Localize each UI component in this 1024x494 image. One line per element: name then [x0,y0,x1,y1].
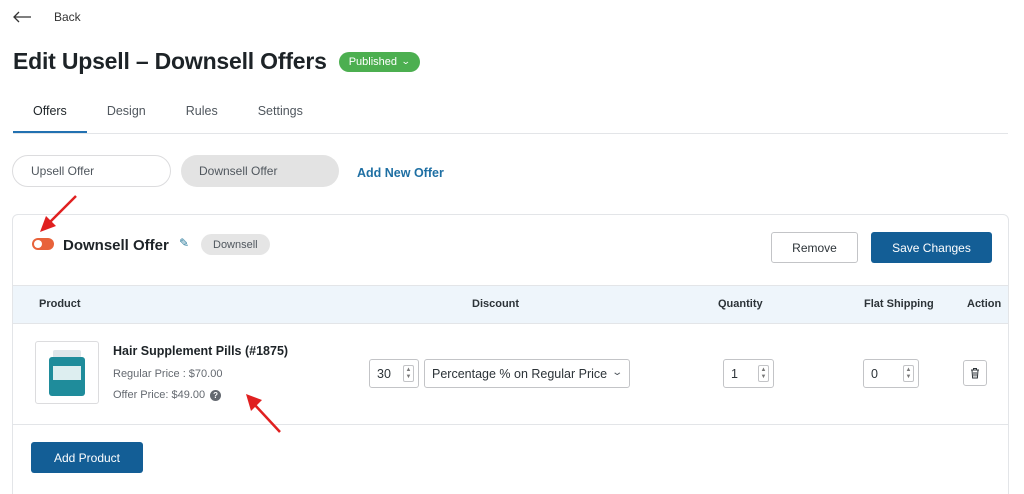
flat-shipping-value: 0 [871,366,878,381]
quantity-input[interactable]: 1 ▲ ▼ [723,359,774,388]
offer-card: Downsell Offer ✎ Downsell Remove Save Ch… [12,214,1009,494]
discount-value: 30 [377,366,391,381]
stepper-icon[interactable]: ▲ ▼ [403,365,414,382]
pencil-icon[interactable]: ✎ [179,236,189,250]
supplement-jar-image [49,349,85,396]
offer-name: Downsell Offer [63,237,169,254]
stepper-icon[interactable]: ▲ ▼ [903,365,914,382]
regular-price: Regular Price : $70.00 [113,368,223,380]
column-header-flat-shipping: Flat Shipping [864,298,934,310]
tab-rules[interactable]: Rules [166,96,238,133]
product-thumbnail [35,341,99,404]
help-icon[interactable]: ? [210,389,222,401]
discount-type-select[interactable]: Percentage % on Regular Price ⌄ [424,359,630,388]
tab-bar: Offers Design Rules Settings [13,96,1008,134]
column-header-action: Action [967,298,1002,310]
back-link[interactable]: Back [12,10,81,24]
column-header-quantity: Quantity [718,298,763,310]
table-header: Product Discount Quantity Flat Shipping … [13,285,1008,324]
table-row: Hair Supplement Pills (#1875) Regular Pr… [13,324,1008,425]
offer-tab-downsell[interactable]: Downsell Offer [181,155,339,187]
column-header-product: Product [39,298,81,310]
offer-price: Offer Price: $49.00 ? [113,389,222,401]
remove-button[interactable]: Remove [771,232,858,263]
stepper-icon[interactable]: ▲ ▼ [758,365,769,382]
offer-price-text: Offer Price: $49.00 [113,389,206,401]
page-title: Edit Upsell – Downsell Offers [13,48,327,74]
add-new-offer-link[interactable]: Add New Offer [357,166,444,180]
flat-shipping-input[interactable]: 0 ▲ ▼ [863,359,919,388]
offer-tab-upsell[interactable]: Upsell Offer [12,155,171,187]
offer-enabled-toggle[interactable] [32,238,54,250]
discount-value-input[interactable]: 30 ▲ ▼ [369,359,419,388]
back-label: Back [54,10,81,24]
tab-offers[interactable]: Offers [13,96,87,133]
column-header-discount: Discount [472,298,520,310]
tab-settings[interactable]: Settings [238,96,323,133]
discount-type: Percentage % on Regular Price [432,366,608,381]
chevron-down-icon: ⌄ [400,56,411,66]
product-name: Hair Supplement Pills (#1875) [113,344,289,358]
quantity-value: 1 [731,366,738,381]
status-label: Published [348,55,398,68]
tab-design[interactable]: Design [87,96,166,133]
page-header: Edit Upsell – Downsell Offers Published … [13,48,420,75]
save-changes-button[interactable]: Save Changes [871,232,992,263]
status-dropdown[interactable]: Published ⌄ [338,51,420,72]
chevron-down-icon: ⌄ [610,367,623,378]
offer-type-badge: Downsell [201,234,270,255]
add-product-button[interactable]: Add Product [31,442,143,473]
arrow-left-icon [13,11,31,23]
trash-icon[interactable] [963,360,987,386]
